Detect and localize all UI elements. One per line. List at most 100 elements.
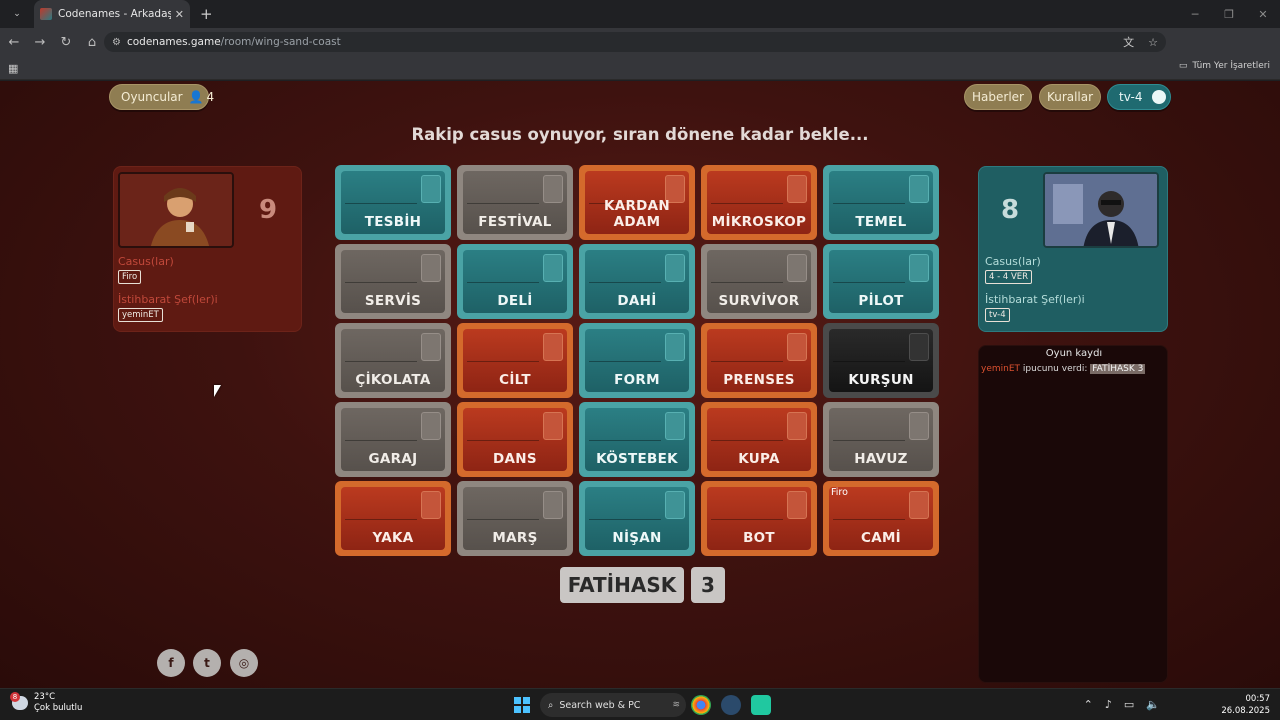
- word-card[interactable]: BOT: [701, 481, 817, 556]
- card-stamp-icon: [909, 412, 929, 440]
- word-card[interactable]: DELİ: [457, 244, 573, 319]
- browser-tab[interactable]: Codenames - Arkadaşlarınızla ç ✕: [34, 0, 190, 28]
- blue-operative-tag: 4 - 4 VER: [985, 270, 1033, 284]
- windows-taskbar: 8 23°C Çok bulutlu ⌕ Search web & PC ≋ ⌃…: [0, 688, 1280, 720]
- word-card[interactable]: KUPA: [701, 402, 817, 477]
- word-card[interactable]: GARAJ: [335, 402, 451, 477]
- tab-strip: ⌄ Codenames - Arkadaşlarınızla ç ✕ + ─ ❐…: [0, 0, 1280, 28]
- chevron-up-icon[interactable]: ⌃: [1084, 698, 1093, 711]
- word-card[interactable]: CİLT: [457, 323, 573, 398]
- word-card[interactable]: FORM: [579, 323, 695, 398]
- blue-spymaster-portrait: [1043, 172, 1159, 248]
- word-card[interactable]: KARDAN ADAM: [579, 165, 695, 240]
- close-window-button[interactable]: ✕: [1246, 0, 1280, 28]
- clue-word: FATİHASK: [560, 567, 684, 603]
- taskbar-search[interactable]: ⌕ Search web & PC ≋: [540, 693, 686, 717]
- news-button[interactable]: Haberler: [964, 84, 1032, 110]
- rules-button[interactable]: Kurallar: [1039, 84, 1101, 110]
- card-word: PRENSES: [723, 372, 795, 388]
- app-icon-2[interactable]: [721, 695, 741, 715]
- word-card[interactable]: SURVİVOR: [701, 244, 817, 319]
- translate-icon[interactable]: 文: [1123, 34, 1134, 50]
- card-word: DAHİ: [617, 293, 657, 309]
- word-card[interactable]: Firo CAMİ: [823, 481, 939, 556]
- word-card[interactable]: TEMEL: [823, 165, 939, 240]
- apps-grid-icon[interactable]: ▦: [8, 62, 18, 75]
- close-tab-icon[interactable]: ✕: [175, 8, 184, 21]
- minimize-button[interactable]: ─: [1178, 0, 1212, 28]
- card-stamp-icon: [421, 254, 441, 282]
- word-card[interactable]: KÖSTEBEK: [579, 402, 695, 477]
- chrome-app-icon[interactable]: [691, 695, 711, 715]
- volume-icon[interactable]: 🔈: [1146, 698, 1160, 711]
- red-spymasters-label: İstihbarat Şef(ler)i: [118, 293, 218, 306]
- search-placeholder: Search web & PC: [559, 699, 641, 711]
- display-icon[interactable]: ▭: [1124, 698, 1134, 711]
- card-word: KUPA: [738, 451, 780, 467]
- game-area: Oyuncular 👤 4 Haberler Kurallar tv-4 Rak…: [0, 81, 1280, 688]
- bookmarks-bar: ▦ ▭ Tüm Yer İşaretleri: [0, 56, 1280, 80]
- word-card[interactable]: ÇİKOLATA: [335, 323, 451, 398]
- instagram-icon[interactable]: ◎: [230, 649, 258, 677]
- card-stamp-icon: [909, 175, 929, 203]
- weather-temp: 23°C: [34, 692, 56, 702]
- card-word: TESBİH: [364, 214, 422, 230]
- red-spymaster-portrait: [118, 172, 234, 248]
- word-card[interactable]: HAVUZ: [823, 402, 939, 477]
- clock-date: 26.08.2025: [1221, 706, 1270, 716]
- word-card[interactable]: FESTİVAL: [457, 165, 573, 240]
- status-message: Rakip casus oynuyor, sıran dönene kadar …: [411, 125, 869, 144]
- word-card[interactable]: KURŞUN: [823, 323, 939, 398]
- card-word: CAMİ: [860, 530, 901, 546]
- red-operative-tag: Firo: [118, 270, 142, 284]
- forward-button[interactable]: →: [28, 30, 52, 54]
- word-card[interactable]: DAHİ: [579, 244, 695, 319]
- tab-search-button[interactable]: ⌄: [4, 3, 30, 25]
- log-entry: yeminET ipucunu verdi: FATİHASK 3: [981, 364, 1146, 374]
- card-word: KURŞUN: [848, 372, 914, 388]
- cloud-icon: 8: [10, 692, 28, 710]
- clue-number: 3: [691, 567, 725, 603]
- user-label: tv-4: [1119, 90, 1143, 104]
- card-stamp-icon: [543, 333, 563, 361]
- site-info-icon[interactable]: ⚙: [112, 37, 121, 48]
- new-tab-button[interactable]: +: [200, 5, 213, 23]
- card-word: KÖSTEBEK: [596, 451, 678, 467]
- card-stamp-icon: [421, 412, 441, 440]
- home-button[interactable]: ⌂: [80, 30, 104, 54]
- word-card[interactable]: MİKROSKOP: [701, 165, 817, 240]
- address-bar[interactable]: ⚙ codenames.game/room/wing-sand-coast 文 …: [104, 32, 1166, 52]
- maximize-button[interactable]: ❐: [1212, 0, 1246, 28]
- app-icon-3[interactable]: [751, 695, 771, 715]
- weather-widget[interactable]: 8 23°C Çok bulutlu: [10, 692, 82, 714]
- word-card[interactable]: MARŞ: [457, 481, 573, 556]
- search-icon: ⌕: [548, 699, 554, 711]
- red-team-panel: 9 Casus(lar) Firo İstihbarat Şef(ler)i y…: [113, 166, 302, 332]
- card-word: BOT: [743, 530, 775, 546]
- bookmark-star-icon[interactable]: ☆: [1148, 36, 1158, 49]
- windows-start-icon[interactable]: [514, 697, 530, 713]
- word-card[interactable]: PİLOT: [823, 244, 939, 319]
- red-remaining-count: 9: [259, 195, 278, 225]
- card-stamp-icon: [665, 254, 685, 282]
- facebook-icon[interactable]: f: [157, 649, 185, 677]
- reload-button[interactable]: ↻: [54, 30, 78, 54]
- players-button[interactable]: Oyuncular 👤 4: [109, 84, 214, 110]
- clock[interactable]: 00:57 26.08.2025: [1221, 693, 1270, 717]
- word-card[interactable]: DANS: [457, 402, 573, 477]
- user-menu-button[interactable]: tv-4: [1107, 84, 1171, 110]
- card-word: YAKA: [372, 530, 414, 546]
- word-card[interactable]: SERVİS: [335, 244, 451, 319]
- all-bookmarks-button[interactable]: ▭ Tüm Yer İşaretleri: [1179, 61, 1270, 71]
- card-word: PİLOT: [858, 293, 904, 309]
- word-card[interactable]: YAKA: [335, 481, 451, 556]
- word-card[interactable]: TESBİH: [335, 165, 451, 240]
- word-card[interactable]: NİŞAN: [579, 481, 695, 556]
- blue-spymasters-label: İstihbarat Şef(ler)i: [985, 293, 1085, 306]
- card-word: DELİ: [497, 293, 533, 309]
- word-card[interactable]: PRENSES: [701, 323, 817, 398]
- microphone-icon[interactable]: ♪: [1105, 698, 1112, 711]
- log-entry-text: ipucunu verdi:: [1022, 364, 1088, 374]
- back-button[interactable]: ←: [2, 30, 26, 54]
- twitter-icon[interactable]: t: [193, 649, 221, 677]
